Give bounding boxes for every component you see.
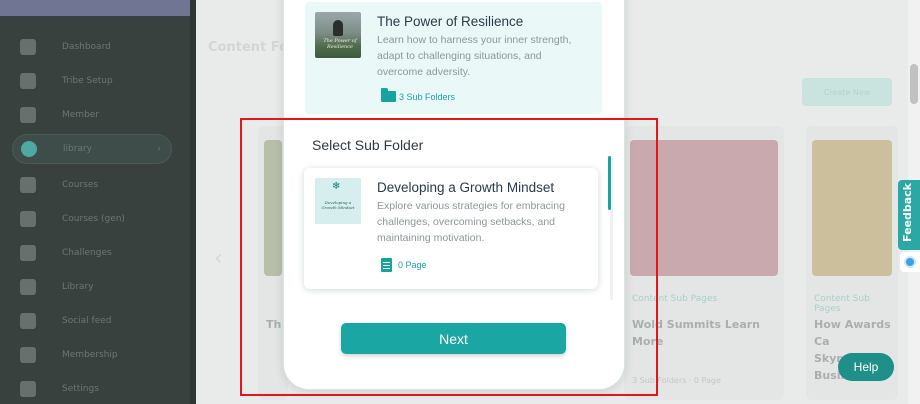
chat-icon xyxy=(20,313,36,329)
sidebar-item-label: Dashboard xyxy=(62,42,111,52)
sidebar-item-library[interactable]: Library xyxy=(12,272,172,302)
sidebar-item-label: Settings xyxy=(62,384,99,394)
sidebar-item-social-feed[interactable]: Social feed xyxy=(12,306,172,336)
sidebar-item-label: Challenges xyxy=(62,248,112,258)
sidebar-item-label: Courses (gen) xyxy=(62,214,125,224)
parent-folder-card[interactable]: The Power of Resilience The Power of Res… xyxy=(305,2,602,114)
sidebar-item-membership[interactable]: Membership xyxy=(12,340,172,370)
folder-icon xyxy=(20,279,36,295)
thumbnail-caption: The Power of Resilience xyxy=(323,38,357,50)
sidebar-item-label: Social feed xyxy=(62,316,112,326)
settings-icon xyxy=(20,381,36,397)
sidebar: Dashboard Tribe Setup Member library › Co… xyxy=(0,0,190,404)
feedback-label: Feedback xyxy=(901,183,914,242)
book-icon xyxy=(20,211,36,227)
parent-folder-title: The Power of Resilience xyxy=(377,14,524,29)
sidebar-item-courses-gen[interactable]: Courses (gen) xyxy=(12,204,172,234)
feedback-icon[interactable] xyxy=(900,252,920,272)
sidebar-item-label: Library xyxy=(62,282,94,292)
sidebar-item-label: Membership xyxy=(62,350,118,360)
parent-folder-thumbnail: The Power of Resilience xyxy=(315,12,361,58)
sidebar-item-tribe-setup[interactable]: Tribe Setup xyxy=(12,66,172,96)
sidebar-item-label: Tribe Setup xyxy=(62,76,113,86)
parent-folder-count: 3 Sub Folders xyxy=(381,88,456,102)
trophy-icon xyxy=(20,245,36,261)
feedback-tab[interactable]: Feedback xyxy=(898,180,920,250)
page-scroll-thumb[interactable] xyxy=(910,64,918,104)
card-icon xyxy=(20,347,36,363)
home-icon xyxy=(20,39,36,55)
gear-icon xyxy=(20,73,36,89)
sidebar-item-label: Member xyxy=(62,110,100,120)
chevron-down-icon: › xyxy=(157,144,161,154)
library-icon xyxy=(21,141,37,157)
sidebar-item-dashboard[interactable]: Dashboard xyxy=(12,32,172,62)
card-image xyxy=(812,140,892,276)
card-tag: Content Sub Pages xyxy=(814,294,870,314)
sidebar-item-label: Courses xyxy=(62,180,99,190)
sidebar-divider xyxy=(190,0,196,404)
sub-folder-count-label: 3 Sub Folders xyxy=(399,91,456,102)
sidebar-item-member[interactable]: Member xyxy=(12,100,172,130)
chevron-left-icon[interactable]: ‹ xyxy=(214,246,223,271)
highlight-annotation xyxy=(240,118,658,396)
page-heading: Content Fo xyxy=(208,40,289,55)
sidebar-item-courses[interactable]: Courses xyxy=(12,170,172,200)
parent-folder-description: Learn how to harness your inner strength… xyxy=(377,34,572,78)
help-button[interactable]: Help xyxy=(838,353,894,381)
sidebar-item-library-active[interactable]: library › xyxy=(12,134,172,164)
sidebar-header xyxy=(0,0,190,16)
sidebar-item-label: library xyxy=(63,144,92,154)
create-new-button[interactable]: Create New xyxy=(802,78,892,106)
sidebar-item-settings[interactable]: Settings xyxy=(12,374,172,404)
folder-icon xyxy=(381,88,396,102)
book-icon xyxy=(20,177,36,193)
sidebar-item-challenges[interactable]: Challenges xyxy=(12,238,172,268)
users-icon xyxy=(20,107,36,123)
